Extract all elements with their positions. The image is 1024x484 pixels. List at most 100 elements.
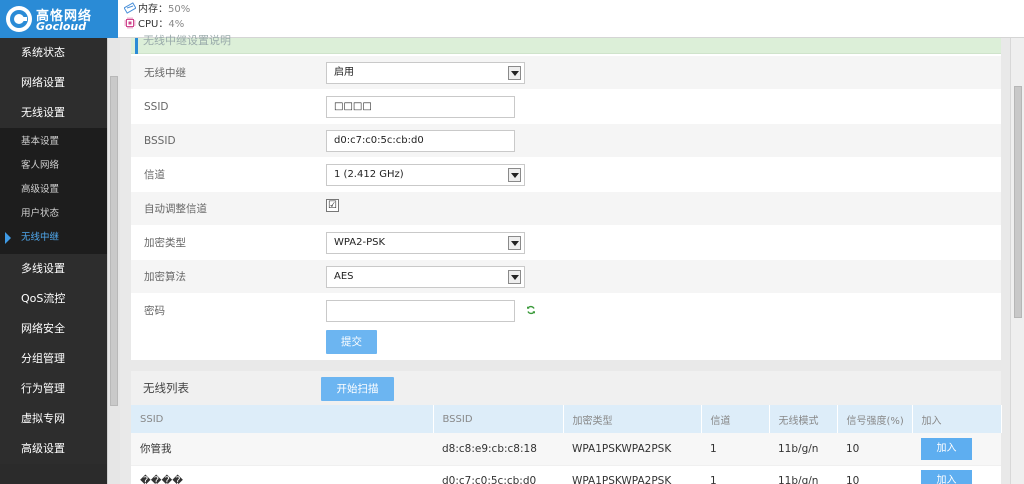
auto-channel-row: 自动调整信道 ☑	[131, 192, 1001, 226]
sidebar-item-group-management[interactable]: 分组管理	[0, 344, 107, 374]
auto-channel-checkbox[interactable]: ☑	[326, 199, 339, 212]
password-row: 密码	[131, 294, 1001, 328]
cell-channel: 1	[701, 465, 769, 484]
table-row: 你管我 d8:c8:e9:cb:c8:18 WPA1PSKWPA2PSK 1 1…	[131, 433, 1001, 466]
algorithm-select[interactable]: AES	[326, 266, 525, 288]
memory-icon	[124, 2, 136, 14]
cell-encryption: WPA1PSKWPA2PSK	[563, 433, 701, 466]
notice-text: 无线中继设置说明	[143, 34, 231, 47]
main-scroll-thumb[interactable]	[1014, 86, 1022, 318]
chevron-down-icon[interactable]	[508, 236, 521, 250]
cpu-label: CPU：	[138, 19, 169, 30]
sidebar-item-multiline[interactable]: 多线设置	[0, 254, 107, 284]
cell-bssid: d8:c8:e9:cb:c8:18	[433, 433, 563, 466]
cpu-value: 4%	[168, 19, 185, 30]
submit-button[interactable]: 提交	[326, 330, 377, 354]
algorithm-value: AES	[334, 271, 354, 282]
sidebar-subitem-guest-network[interactable]: 客人网络	[0, 154, 107, 178]
notice-accent	[135, 38, 138, 54]
column-header-join: 加入	[912, 405, 1002, 433]
memory-label: 内存：	[138, 4, 168, 15]
chevron-down-icon[interactable]	[508, 270, 521, 284]
sidebar-item-advanced-settings[interactable]: 高级设置	[0, 434, 107, 464]
join-button[interactable]: 加入	[921, 437, 972, 460]
column-header-encryption[interactable]: 加密类型	[563, 405, 702, 433]
channel-select[interactable]: 1 (2.412 GHz)	[326, 164, 525, 186]
memory-value: 50%	[168, 4, 191, 15]
relay-row: 无线中继 启用	[131, 56, 1001, 90]
sidebar-item-wireless-settings[interactable]: 无线设置	[0, 98, 107, 128]
bssid-row: BSSID d0:c7:c0:5c:cb:d0	[131, 124, 1001, 158]
cell-join: 加入	[912, 433, 1001, 466]
password-input[interactable]	[326, 300, 515, 322]
cell-mode: 11b/g/n	[769, 433, 837, 466]
bssid-input[interactable]: d0:c7:c0:5c:cb:d0	[326, 130, 515, 152]
brand-logo[interactable]: 高恪网络 Gocloud	[0, 0, 118, 38]
sidebar-scrollbar[interactable]	[107, 38, 120, 484]
memory-meter: 内存：50%	[124, 2, 190, 16]
cpu-chip-icon	[124, 17, 136, 29]
cell-ssid: ����	[131, 465, 433, 484]
algorithm-label: 加密算法	[144, 271, 186, 283]
ssid-label: SSID	[144, 101, 169, 113]
sidebar-item-behavior-management[interactable]: 行为管理	[0, 374, 107, 404]
sidebar-item-system-status[interactable]: 系统状态	[0, 38, 107, 68]
sidebar-item-qos[interactable]: QoS流控	[0, 284, 107, 314]
cell-mode: 11b/g/n	[769, 465, 837, 484]
column-header-ssid[interactable]: SSID	[131, 405, 434, 433]
ssid-input[interactable]: □□□□	[326, 96, 515, 118]
wireless-submenu: 基本设置 客人网络 高级设置 用户状态 无线中继	[0, 128, 107, 254]
algorithm-row: 加密算法 AES	[131, 260, 1001, 294]
sidebar-subitem-advanced[interactable]: 高级设置	[0, 178, 107, 202]
sidebar-item-network-security[interactable]: 网络安全	[0, 314, 107, 344]
sidebar-item-vpn[interactable]: 虚拟专网	[0, 404, 107, 434]
chevron-down-icon[interactable]	[508, 66, 521, 80]
encryption-label: 加密类型	[144, 237, 186, 249]
ssid-value: □□□□	[334, 101, 372, 112]
table-header-row: SSID BSSID 加密类型 信道 无线模式 信号强度(%) 加入	[131, 405, 1002, 433]
relay-settings-panel: 无线中继设置说明 无线中继 启用 SSID □□□□ BSSID d0:c7:c…	[131, 34, 1001, 360]
start-scan-button[interactable]: 开始扫描	[321, 377, 394, 401]
wireless-table: SSID BSSID 加密类型 信道 无线模式 信号强度(%) 加入 你管我 d…	[131, 405, 1002, 484]
password-label: 密码	[144, 305, 165, 317]
auto-channel-label: 自动调整信道	[144, 203, 207, 215]
cell-bssid: d0:c7:c0:5c:cb:d0	[433, 465, 563, 484]
join-button[interactable]: 加入	[921, 470, 972, 484]
main-scrollbar[interactable]	[1010, 38, 1024, 484]
cell-channel: 1	[701, 433, 769, 466]
channel-label: 信道	[144, 169, 165, 181]
encryption-row: 加密类型 WPA2-PSK	[131, 226, 1001, 260]
column-header-mode[interactable]: 无线模式	[769, 405, 838, 433]
sidebar-subitem-wireless-relay[interactable]: 无线中继	[0, 226, 107, 250]
column-header-bssid[interactable]: BSSID	[433, 405, 564, 433]
column-header-channel[interactable]: 信道	[701, 405, 770, 433]
relay-select[interactable]: 启用	[326, 62, 525, 84]
sidebar: 系统状态 网络设置 无线设置 基本设置 客人网络 高级设置 用户状态 无线中继 …	[0, 38, 107, 484]
notice-bar: 无线中继设置说明	[131, 34, 1001, 54]
channel-value: 1 (2.412 GHz)	[334, 169, 404, 180]
cloud-logo-icon	[6, 6, 32, 32]
channel-row: 信道 1 (2.412 GHz)	[131, 158, 1001, 192]
relay-value: 启用	[334, 67, 354, 78]
cell-encryption: WPA1PSKWPA2PSK	[563, 465, 701, 484]
cpu-meter: CPU：4%	[124, 17, 184, 31]
sidebar-scroll-thumb[interactable]	[110, 76, 118, 406]
brand-name-en: Gocloud	[36, 20, 87, 33]
cell-ssid: 你管我	[131, 433, 433, 466]
column-header-signal[interactable]: 信号强度(%)	[837, 405, 913, 433]
relay-label: 无线中继	[144, 67, 186, 79]
cell-signal: 10	[837, 433, 912, 466]
wireless-list-panel: 无线列表 开始扫描 SSID BSSID 加密类型 信道 无线模式 信号强度(%…	[131, 371, 1002, 484]
sidebar-subitem-basic[interactable]: 基本设置	[0, 130, 107, 154]
sidebar-item-network-settings[interactable]: 网络设置	[0, 68, 107, 98]
bssid-label: BSSID	[144, 135, 176, 147]
cell-join: 加入	[912, 465, 1001, 484]
ssid-row: SSID □□□□	[131, 90, 1001, 124]
chevron-down-icon[interactable]	[508, 168, 521, 182]
cell-signal: 10	[837, 465, 912, 484]
encryption-select[interactable]: WPA2-PSK	[326, 232, 525, 254]
table-row: ���� d0:c7:c0:5c:cb:d0 WPA1PSKWPA2PSK 1 …	[131, 465, 1001, 484]
refresh-icon[interactable]	[526, 305, 536, 315]
wireless-list-title: 无线列表	[143, 381, 189, 395]
sidebar-subitem-user-status[interactable]: 用户状态	[0, 202, 107, 226]
